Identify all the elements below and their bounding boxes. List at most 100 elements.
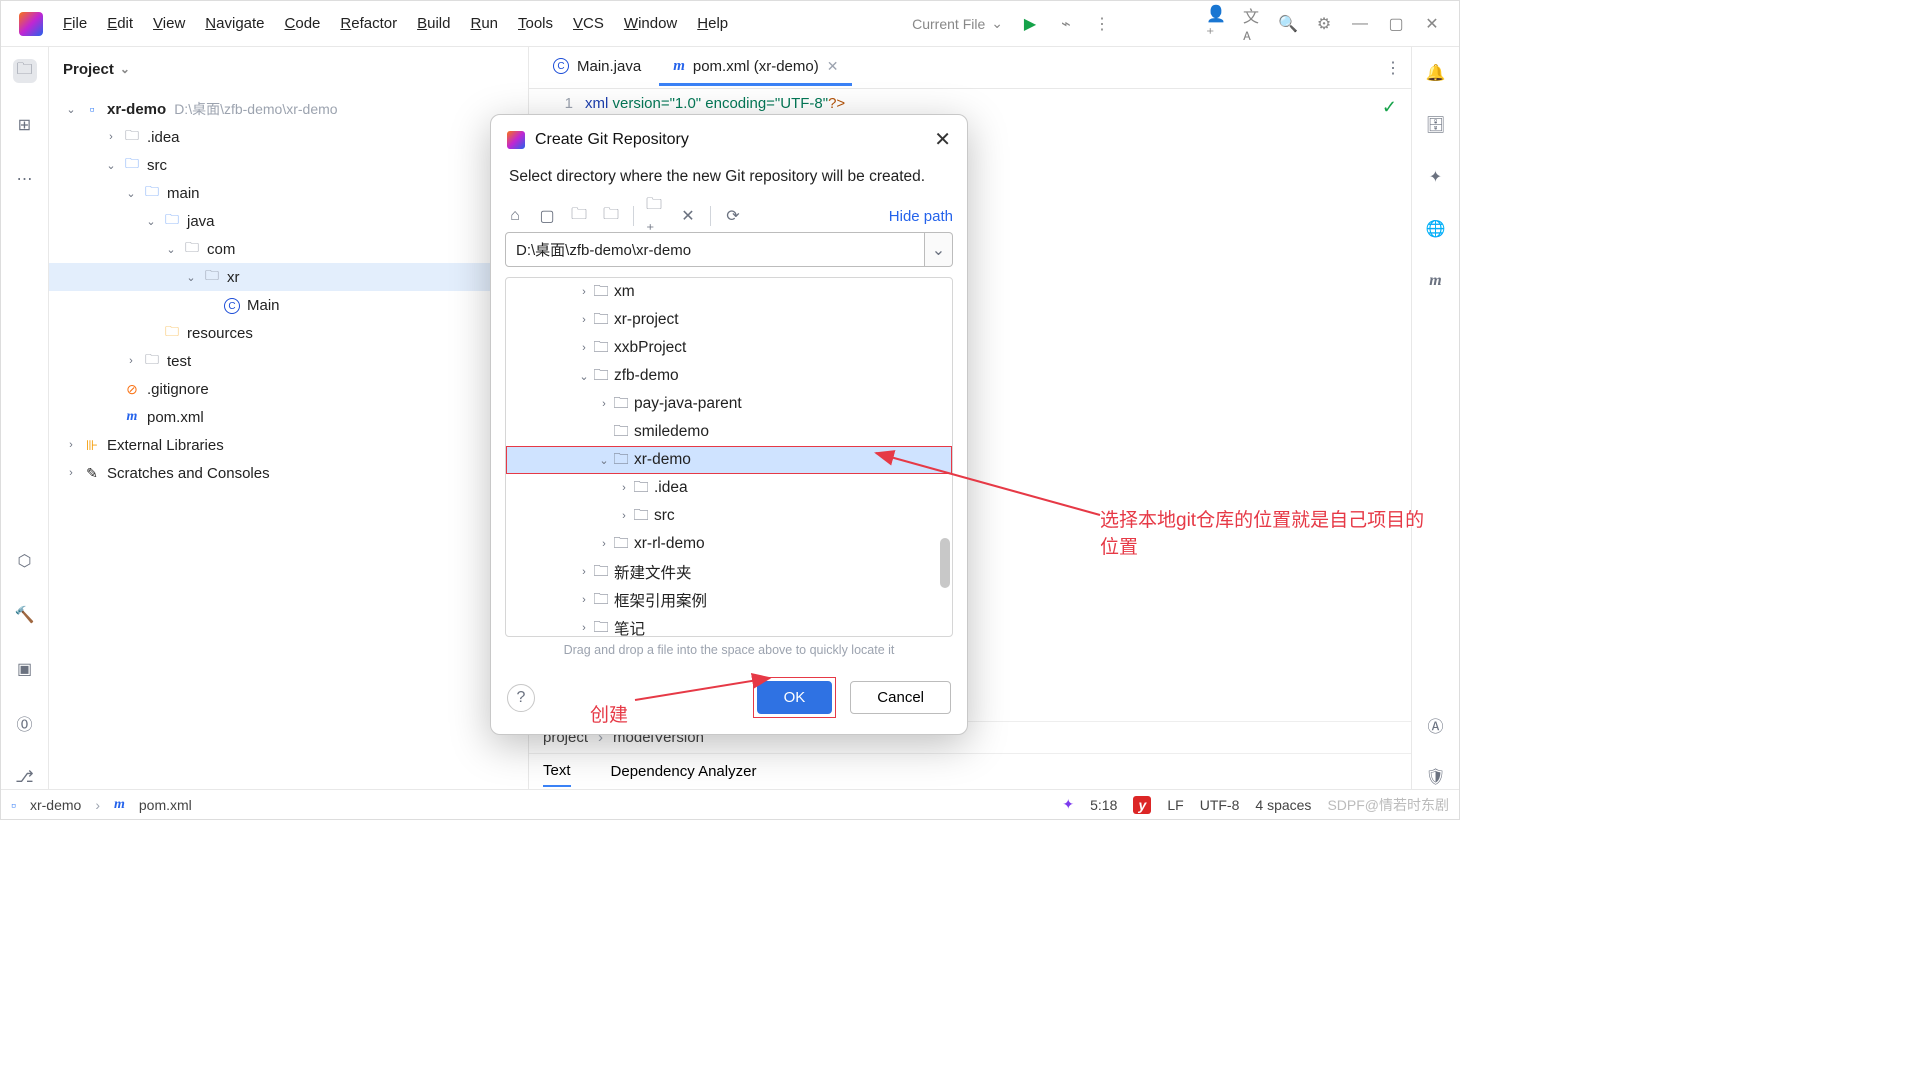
terminal-icon[interactable]: ▣ — [13, 657, 37, 681]
more-icon[interactable]: ⋮ — [1093, 15, 1111, 33]
ai-status-icon[interactable]: ✦ — [1062, 796, 1074, 813]
menu-code[interactable]: Code — [275, 11, 331, 36]
encoding[interactable]: UTF-8 — [1200, 797, 1240, 813]
dir-item-zfb-demo[interactable]: ⌄🗀zfb-demo — [506, 362, 952, 390]
settings-icon[interactable]: ⚙ — [1315, 15, 1333, 33]
menu-view[interactable]: View — [143, 11, 195, 36]
menu-window[interactable]: Window — [614, 11, 687, 36]
dir-item-pay-java-parent[interactable]: ›🗀pay-java-parent — [506, 390, 952, 418]
dir-item-新建文件夹[interactable]: ›🗀新建文件夹 — [506, 558, 952, 586]
tree-item-src[interactable]: ⌄🗀src — [49, 151, 528, 179]
status-module[interactable]: xr-demo — [30, 797, 81, 813]
line-separator[interactable]: LF — [1167, 797, 1183, 813]
close-icon[interactable]: ✕ — [1423, 15, 1441, 33]
menu-navigate[interactable]: Navigate — [195, 11, 274, 36]
search-icon[interactable]: 🔍 — [1279, 15, 1297, 33]
menu-run[interactable]: Run — [460, 11, 508, 36]
close-icon[interactable]: ✕ — [934, 127, 951, 152]
services-icon[interactable]: ⬡ — [13, 549, 37, 573]
scrollbar[interactable] — [940, 538, 950, 588]
assistant-icon[interactable]: Ⓐ — [1424, 713, 1448, 737]
menu-tools[interactable]: Tools — [508, 11, 563, 36]
run-icon[interactable]: ▶ — [1021, 15, 1039, 33]
debug-icon[interactable]: ⌁ — [1057, 15, 1075, 33]
dialog-description: Select directory where the new Git repos… — [491, 164, 967, 200]
tree-item-main[interactable]: ⌄🗀main — [49, 179, 528, 207]
run-config-chevron[interactable]: ⌄ — [991, 15, 1003, 32]
tree-item-.gitignore[interactable]: ⊘.gitignore — [49, 375, 528, 403]
tree-item-java[interactable]: ⌄🗀java — [49, 207, 528, 235]
dir-item-笔记[interactable]: ›🗀笔记 — [506, 614, 952, 637]
refresh-icon[interactable]: ⟳ — [723, 206, 743, 226]
dir-item-xm[interactable]: ›🗀xm — [506, 278, 952, 306]
project-panel-header[interactable]: Project ⌄ — [49, 47, 528, 91]
database-icon[interactable]: 🗄 — [1424, 113, 1448, 137]
tabs-more-icon[interactable]: ⋮ — [1385, 58, 1401, 78]
vcs-icon[interactable]: ⎇ — [13, 765, 37, 789]
new-folder-icon[interactable]: 🗀⁺ — [646, 206, 666, 226]
project-dir-icon[interactable]: 🗀 — [569, 206, 589, 226]
code-with-me-icon[interactable]: 👤⁺ — [1207, 15, 1225, 33]
y-badge[interactable]: y — [1133, 796, 1151, 814]
menu-edit[interactable]: Edit — [97, 11, 143, 36]
desktop-icon[interactable]: ▢ — [537, 206, 557, 226]
help-button[interactable]: ? — [507, 684, 535, 712]
tree-root[interactable]: ⌄▫xr-demoD:\桌面\zfb-demo\xr-demo — [49, 95, 528, 123]
build-icon[interactable]: 🔨 — [13, 603, 37, 627]
shield-icon[interactable]: 🛡 — [1424, 765, 1448, 789]
hide-path-link[interactable]: Hide path — [889, 208, 953, 225]
tree-item-xr[interactable]: ⌄🗀xr — [49, 263, 528, 291]
project-tool-icon[interactable]: 🗀 — [13, 59, 37, 83]
home-icon[interactable]: ⌂ — [505, 206, 525, 226]
delete-icon[interactable]: ✕ — [678, 206, 698, 226]
menu-refactor[interactable]: Refactor — [330, 11, 407, 36]
menu-help[interactable]: Help — [687, 11, 738, 36]
structure-tool-icon[interactable]: ⊞ — [13, 113, 37, 137]
tab-text[interactable]: Text — [543, 756, 571, 787]
annotation-bottom: 创建 — [590, 700, 628, 727]
tree-item-com[interactable]: ⌄🗀com — [49, 235, 528, 263]
dir-item-xxbProject[interactable]: ›🗀xxbProject — [506, 334, 952, 362]
close-icon[interactable]: ✕ — [827, 58, 839, 75]
web-icon[interactable]: 🌐 — [1424, 217, 1448, 241]
tab-dependency-analyzer[interactable]: Dependency Analyzer — [611, 757, 757, 786]
path-input[interactable] — [505, 232, 925, 267]
tree-item-.idea[interactable]: ›🗀.idea — [49, 123, 528, 151]
tree-scratches[interactable]: ›✎Scratches and Consoles — [49, 459, 528, 487]
translate-icon[interactable]: 文ᴀ — [1243, 15, 1261, 33]
dir-item-smiledemo[interactable]: 🗀smiledemo — [506, 418, 952, 446]
menu-vcs[interactable]: VCS — [563, 11, 614, 36]
notifications-icon[interactable]: 🔔 — [1424, 61, 1448, 85]
run-config[interactable]: Current File — [912, 16, 985, 32]
project-panel-title: Project — [63, 61, 114, 78]
more-tool-icon[interactable]: ⋯ — [13, 167, 37, 191]
minimize-icon[interactable]: — — [1351, 15, 1369, 33]
status-file[interactable]: pom.xml — [139, 797, 192, 813]
maximize-icon[interactable]: ▢ — [1387, 15, 1405, 33]
problems-icon[interactable]: ⓪ — [13, 711, 37, 735]
tree-item-resources[interactable]: 🗀resources — [49, 319, 528, 347]
dialog-toolbar: ⌂ ▢ 🗀 🗀 🗀⁺ ✕ ⟳ Hide path — [491, 200, 967, 232]
project-tree[interactable]: ⌄▫xr-demoD:\桌面\zfb-demo\xr-demo›🗀.idea⌄🗀… — [49, 91, 528, 789]
left-tool-rail: 🗀 ⊞ ⋯ ⬡ 🔨 ▣ ⓪ ⎇ — [1, 47, 49, 789]
ai-icon[interactable]: ✦ — [1424, 165, 1448, 189]
path-history-button[interactable]: ⌄ — [925, 232, 953, 267]
tree-item-Main[interactable]: CMain — [49, 291, 528, 319]
cancel-button[interactable]: Cancel — [850, 681, 951, 714]
indent[interactable]: 4 spaces — [1255, 797, 1311, 813]
tree-item-pom.xml[interactable]: mpom.xml — [49, 403, 528, 431]
inspection-ok-icon[interactable]: ✓ — [1382, 97, 1397, 118]
create-git-repo-dialog: Create Git Repository ✕ Select directory… — [490, 114, 968, 735]
tab-Main.java[interactable]: CMain.java — [539, 50, 655, 86]
module-dir-icon[interactable]: 🗀 — [601, 206, 621, 226]
dir-item-框架引用案例[interactable]: ›🗀框架引用案例 — [506, 586, 952, 614]
cursor-position[interactable]: 5:18 — [1090, 797, 1117, 813]
tree-external[interactable]: ›⊪External Libraries — [49, 431, 528, 459]
menu-file[interactable]: File — [53, 11, 97, 36]
maven-icon[interactable]: m — [1424, 269, 1448, 293]
tree-item-test[interactable]: ›🗀test — [49, 347, 528, 375]
dir-item-xr-project[interactable]: ›🗀xr-project — [506, 306, 952, 334]
tab-pom.xml[interactable]: mpom.xml (xr-demo)✕ — [659, 50, 852, 86]
menu-build[interactable]: Build — [407, 11, 460, 36]
chevron-down-icon: ⌄ — [120, 62, 130, 76]
